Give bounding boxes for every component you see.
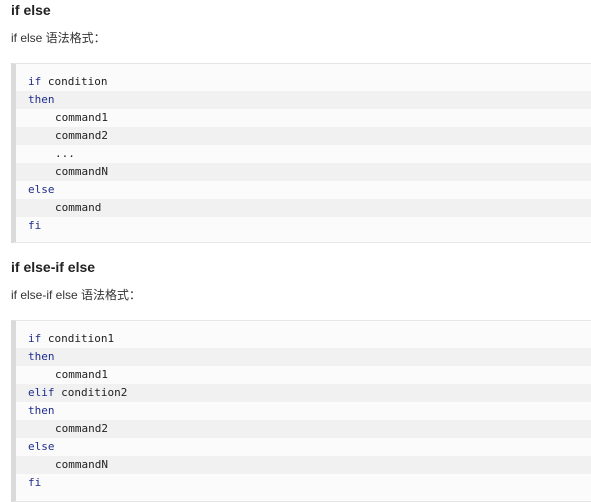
code-text: command1: [55, 368, 108, 381]
code-keyword: if: [28, 332, 42, 345]
code-text: condition2: [54, 386, 128, 399]
code-line: fi: [16, 217, 591, 235]
code-line: command1: [16, 366, 591, 384]
code-keyword: elif: [28, 386, 55, 399]
code-line: else: [16, 438, 591, 456]
code-line: command1: [16, 109, 591, 127]
code-text: command1: [55, 111, 108, 124]
code-line: fi: [16, 474, 591, 492]
section-description-if-elif-else: if else-if else 语法格式：: [11, 288, 142, 302]
code-keyword: then: [28, 350, 55, 363]
code-line: elif condition2: [16, 384, 591, 402]
code-line: else: [16, 181, 591, 199]
code-line: if condition: [16, 73, 591, 91]
code-line: command: [16, 199, 591, 217]
code-keyword: fi: [28, 219, 42, 232]
section-title-if-elif-else: if else-if else: [11, 259, 96, 275]
code-block-if-elif-else: if condition1 then command1 elif condition2…: [11, 320, 591, 502]
code-line: commandN: [16, 456, 591, 474]
code-text: commandN: [55, 165, 108, 178]
code-keyword: then: [28, 404, 55, 417]
code-text: command: [55, 201, 102, 214]
code-line: then: [16, 402, 591, 420]
code-text: command2: [55, 422, 108, 435]
code-line: command2: [16, 127, 591, 145]
code-keyword: else: [28, 183, 55, 196]
code-text: condition: [41, 75, 108, 88]
code-block-if-else: if condition then command1 command2... comma…: [11, 63, 591, 243]
code-line: if condition1: [16, 330, 591, 348]
code-text: ...: [55, 147, 75, 160]
code-keyword: else: [28, 440, 55, 453]
section-description-if-else: if else 语法格式：: [11, 31, 106, 45]
code-keyword: if: [28, 75, 42, 88]
code-keyword: then: [28, 93, 55, 106]
code-text: condition1: [41, 332, 115, 345]
code-keyword: fi: [28, 476, 42, 489]
code-text: commandN: [55, 458, 108, 471]
code-line: then: [16, 91, 591, 109]
code-line: then: [16, 348, 591, 366]
section-title-if-else: if else: [11, 2, 51, 18]
code-line: ...: [16, 145, 591, 163]
code-line: command2: [16, 420, 591, 438]
code-line: commandN: [16, 163, 591, 181]
code-text: command2: [55, 129, 108, 142]
